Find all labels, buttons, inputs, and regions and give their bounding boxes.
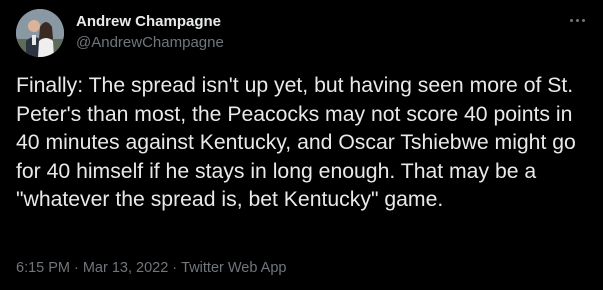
meta-separator: · bbox=[172, 260, 178, 276]
avatar[interactable] bbox=[16, 9, 64, 57]
tweet-source[interactable]: Twitter Web App bbox=[181, 260, 286, 276]
tweet-time[interactable]: 6:15 PM bbox=[16, 260, 70, 276]
profile-photo-icon bbox=[16, 9, 64, 57]
author-handle[interactable]: @AndrewChampagne bbox=[76, 33, 224, 52]
tweet-date[interactable]: Mar 13, 2022 bbox=[83, 260, 168, 276]
author-display-name[interactable]: Andrew Champagne bbox=[76, 12, 224, 31]
more-horizontal-icon[interactable] bbox=[565, 10, 589, 30]
tweet-card: Andrew Champagne @AndrewChampagne Finall… bbox=[0, 0, 603, 290]
meta-separator: · bbox=[74, 260, 79, 276]
tweet-meta: 6:15 PM · Mar 13, 2022 · Twitter Web App bbox=[16, 259, 286, 277]
tweet-text: Finally: The spread isn't up yet, but ha… bbox=[16, 74, 576, 211]
author-block: Andrew Champagne @AndrewChampagne bbox=[76, 12, 224, 52]
